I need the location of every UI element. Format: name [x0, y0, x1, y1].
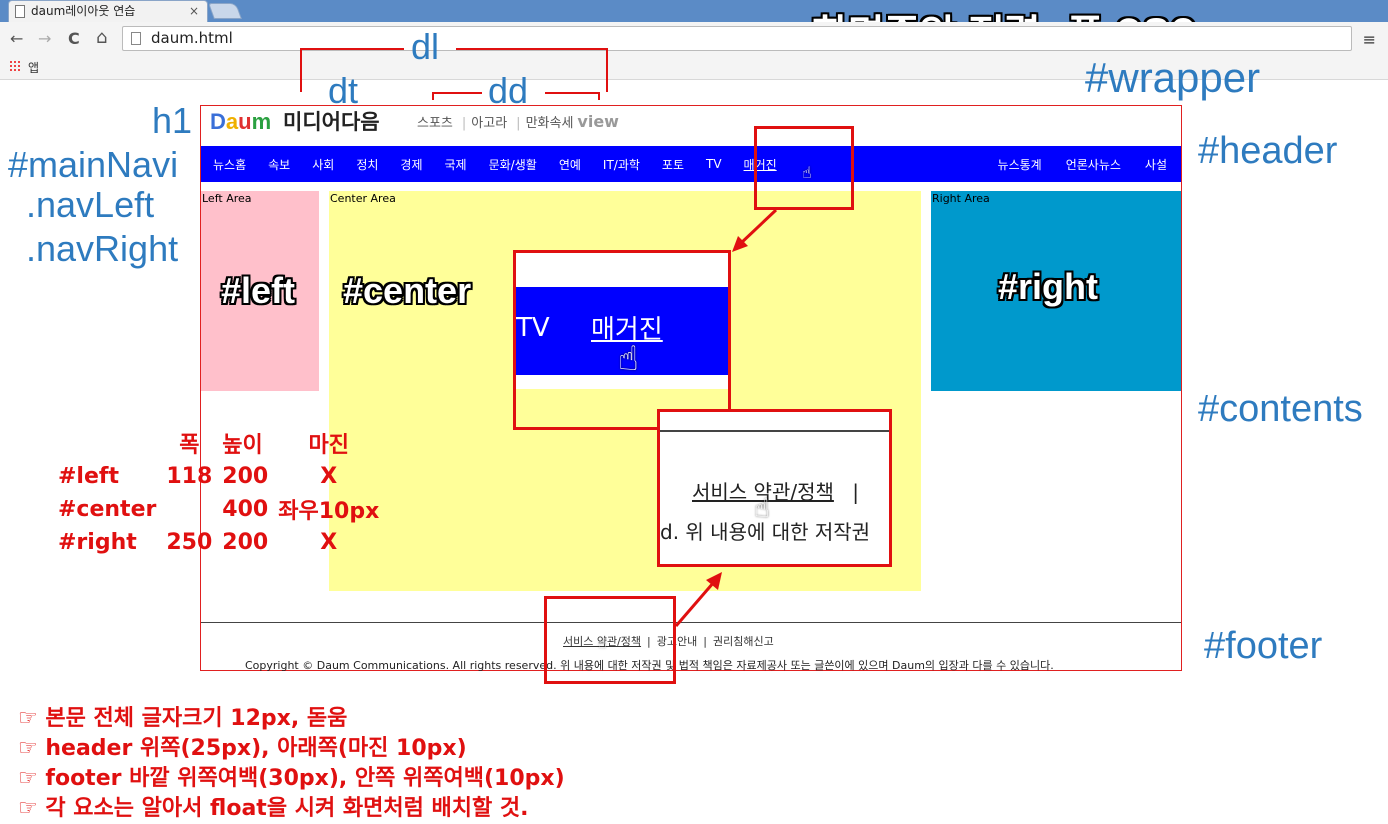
- note-item: ☞ 본문 전체 글자크기 12px, 돋움: [18, 706, 348, 731]
- arrow-line: [738, 208, 778, 246]
- zoom-nav-tv: TV: [516, 313, 550, 343]
- table-cell: 118: [166, 463, 213, 489]
- table-row: #left 118 200 X: [54, 461, 383, 491]
- table-cell: 400: [222, 496, 269, 522]
- table-cell: 200: [222, 529, 269, 555]
- arrow-line: [674, 581, 716, 627]
- zoom-nav-magazine: TV 매거진 ☝: [513, 250, 731, 430]
- notes-list: ☞ 본문 전체 글자크기 12px, 돋움 ☞ header 위쪽(25px),…: [18, 700, 565, 821]
- table-cell: #right: [58, 529, 137, 555]
- table-cell: X: [320, 463, 338, 489]
- table-cell: 높이: [222, 433, 263, 458]
- note-item: ☞ header 위쪽(25px), 아래쪽(마진 10px): [18, 736, 467, 761]
- note-item: ☞ footer 바깥 위쪽여백(30px), 안쪽 위쪽여백(10px): [18, 766, 565, 791]
- zoom-footer-link: 서비스 약관/정책 |: [692, 476, 859, 505]
- table-header: 폭 높이 마진: [54, 427, 383, 459]
- table-cell: #left: [58, 463, 119, 489]
- table-cell: 200: [222, 463, 269, 489]
- table-cell: #center: [58, 496, 157, 522]
- table-cell: 마진: [308, 433, 349, 458]
- table-row: #right 250 200 X: [54, 527, 383, 557]
- spec-table: 폭 높이 마진 #left 118 200 X #center 400 좌우10…: [52, 425, 385, 559]
- zoom-footer-terms: 서비스 약관/정책 | d. 위 내용에 대한 저작권 ☝: [657, 409, 892, 567]
- hand-cursor-icon: ☝: [754, 494, 770, 524]
- hand-cursor-icon: ☝: [618, 339, 639, 379]
- table-cell: [54, 427, 160, 459]
- note-item: ☞ 각 요소는 알아서 float을 시켜 화면처럼 배치할 것.: [18, 796, 529, 821]
- table-cell: X: [320, 529, 338, 555]
- table-cell: 좌우10px: [278, 499, 380, 524]
- table-cell: 250: [166, 529, 213, 555]
- table-cell: 폭: [179, 433, 200, 458]
- table-row: #center 400 좌우10px: [54, 493, 383, 525]
- table-cell: [162, 493, 216, 525]
- separator: |: [852, 480, 860, 504]
